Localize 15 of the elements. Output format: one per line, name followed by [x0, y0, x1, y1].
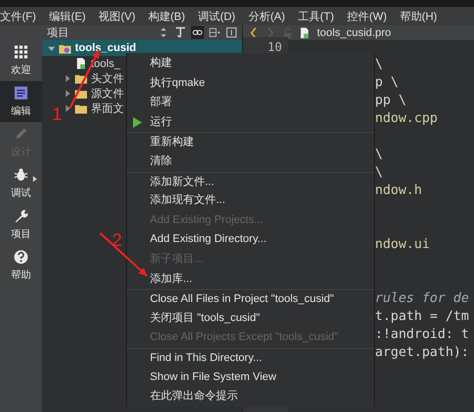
code-text: :!android: t: [375, 327, 469, 342]
code-text: ndow.h: [375, 183, 422, 198]
code-text: \: [375, 165, 383, 180]
code-text: ndow.ui: [375, 237, 430, 252]
code-text: \: [375, 57, 383, 72]
code-text: pp \: [375, 93, 406, 108]
code-text: arget.path):: [375, 345, 469, 360]
panel-title: 项目: [47, 26, 69, 40]
code-text: \: [375, 147, 383, 162]
code-comment: rules for de: [375, 291, 469, 306]
code-text: ndow.cpp: [375, 111, 438, 126]
line-number: 10: [268, 40, 282, 54]
code-text: p \: [375, 75, 398, 90]
annotation-number: 1: [52, 104, 62, 124]
code-text: t.path = /tm: [375, 309, 469, 324]
